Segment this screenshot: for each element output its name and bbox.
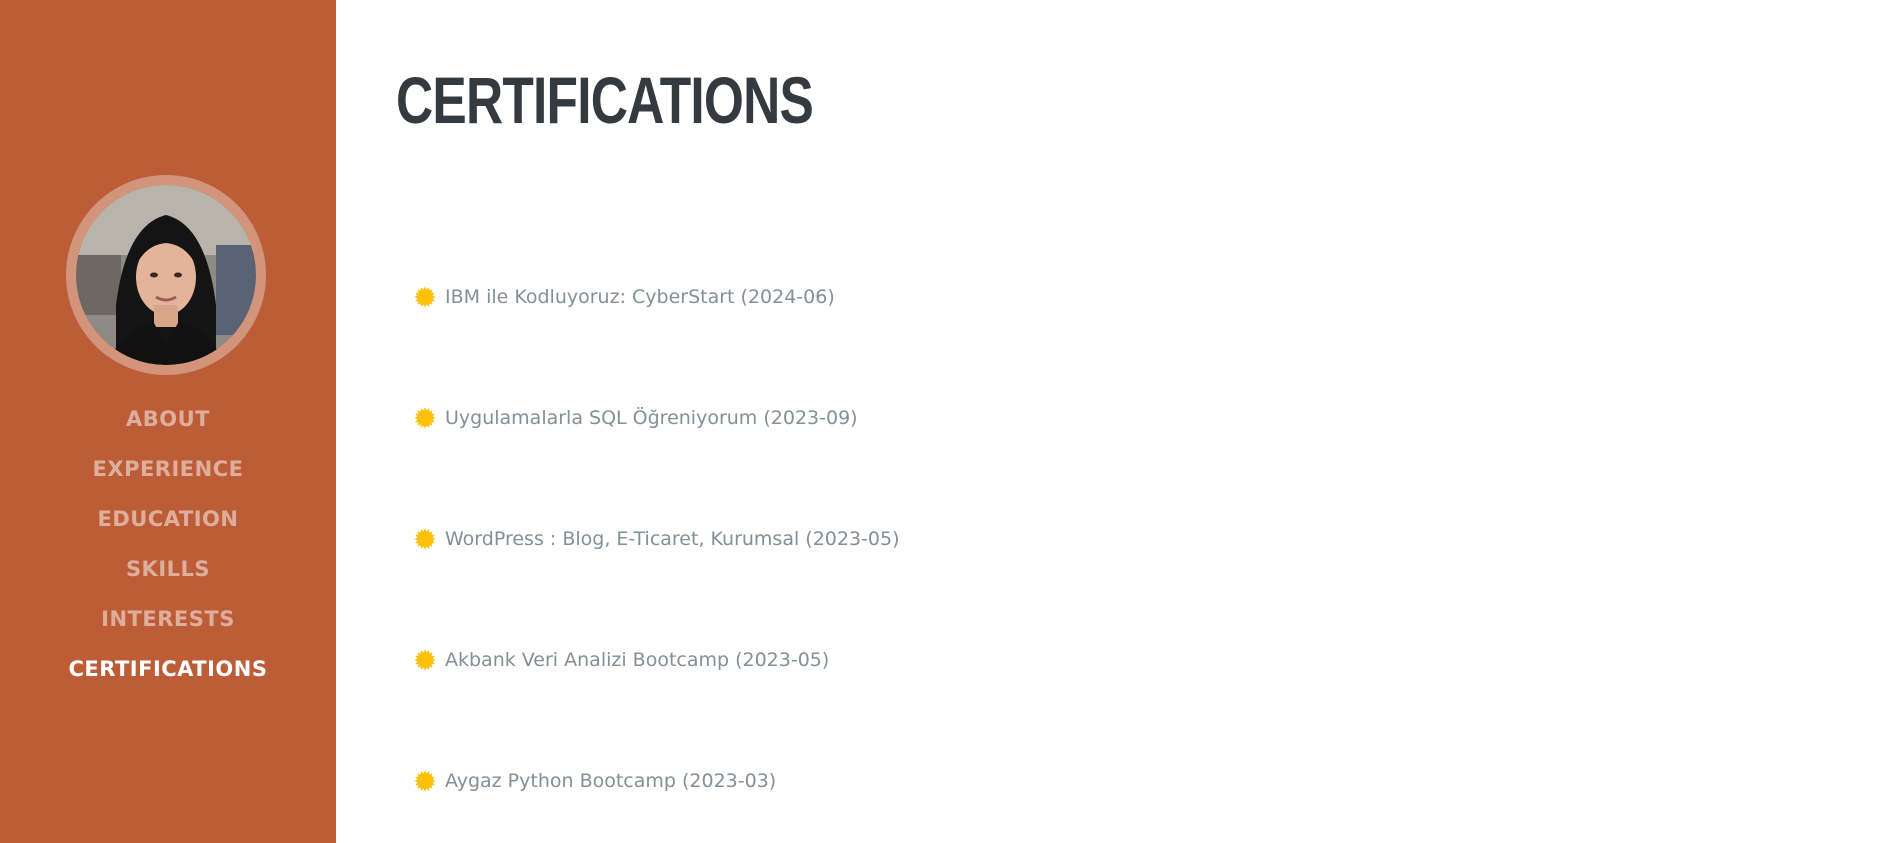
- nav-link-education[interactable]: EDUCATION: [98, 507, 239, 531]
- certification-text: WordPress : Blog, E-Ticaret, Kurumsal (2…: [445, 527, 900, 550]
- certificate-badge-icon: [414, 527, 436, 550]
- list-item: IBM ile Kodluyoruz: CyberStart (2024-06): [414, 236, 900, 357]
- list-item: WordPress : Blog, E-Ticaret, Kurumsal (2…: [414, 478, 900, 599]
- list-item: Aygaz Python Bootcamp (2023-03): [414, 720, 900, 841]
- nav-link-certifications[interactable]: CERTIFICATIONS: [68, 657, 267, 681]
- nav-link-skills[interactable]: SKILLS: [126, 557, 210, 581]
- nav-item-experience: EXPERIENCE: [0, 444, 336, 494]
- list-item: Uygulamalarla SQL Öğreniyorum (2023-09): [414, 357, 900, 478]
- certificate-badge-icon: [414, 769, 436, 792]
- nav-link-about[interactable]: ABOUT: [126, 407, 210, 431]
- nav-item-skills: SKILLS: [0, 544, 336, 594]
- nav-link-experience[interactable]: EXPERIENCE: [93, 457, 244, 481]
- nav-item-certifications: CERTIFICATIONS: [0, 644, 336, 694]
- certification-text: Akbank Veri Analizi Bootcamp (2023-05): [445, 648, 830, 671]
- nav-item-education: EDUCATION: [0, 494, 336, 544]
- certification-text: Uygulamalarla SQL Öğreniyorum (2023-09): [445, 406, 858, 429]
- certification-text: IBM ile Kodluyoruz: CyberStart (2024-06): [445, 285, 835, 308]
- certificate-badge-icon: [414, 406, 436, 429]
- certificate-badge-icon: [414, 285, 436, 308]
- nav-link-interests[interactable]: INTERESTS: [101, 607, 235, 631]
- profile-photo: [76, 185, 256, 365]
- main-content: CERTIFICATIONS IBM ile Kodluyoruz: Cyber…: [336, 0, 1883, 843]
- list-item: Akbank Veri Analizi Bootcamp (2023-05): [414, 599, 900, 720]
- certifications-list: IBM ile Kodluyoruz: CyberStart (2024-06)…: [414, 236, 900, 841]
- nav-item-about: ABOUT: [0, 394, 336, 444]
- certificate-badge-icon: [414, 648, 436, 671]
- page-title: CERTIFICATIONS: [396, 63, 814, 137]
- sidebar: ABOUT EXPERIENCE EDUCATION SKILLS INTERE…: [0, 0, 336, 843]
- profile-avatar: [66, 175, 266, 375]
- sidebar-nav: ABOUT EXPERIENCE EDUCATION SKILLS INTERE…: [0, 394, 336, 694]
- certification-text: Aygaz Python Bootcamp (2023-03): [445, 769, 777, 792]
- nav-item-interests: INTERESTS: [0, 594, 336, 644]
